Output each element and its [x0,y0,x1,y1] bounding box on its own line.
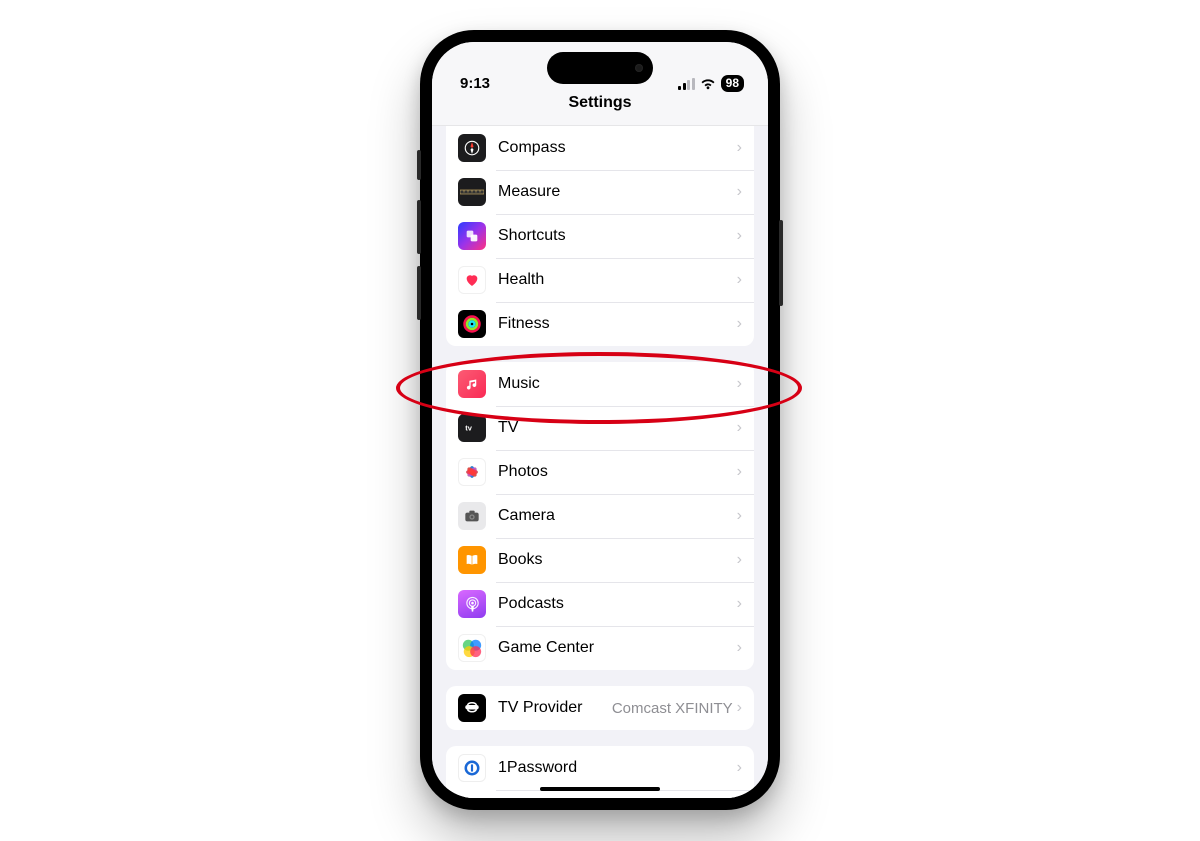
chevron-right-icon: › [737,227,742,245]
ring-switch [417,150,421,180]
row-books[interactable]: Books › [446,538,754,582]
row-measure[interactable]: Measure › [446,170,754,214]
camera-icon [458,502,486,530]
screen: 9:13 98 Settings Compass [432,42,768,798]
row-3dmark[interactable]: 3DMark Wild Life Extreme › [446,790,754,798]
1password-icon [458,754,486,782]
row-detail-value: Comcast XFINITY [612,700,733,717]
chevron-right-icon: › [737,699,742,717]
chevron-right-icon: › [737,315,742,333]
row-label: Music [498,375,737,393]
row-label: Measure [498,183,737,201]
row-label: Compass [498,139,737,157]
podcasts-icon [458,590,486,618]
music-icon [458,370,486,398]
chevron-right-icon: › [737,139,742,157]
row-podcasts[interactable]: Podcasts › [446,582,754,626]
chevron-right-icon: › [737,639,742,657]
settings-section-tv-provider: TV Provider Comcast XFINITY › [446,686,754,730]
row-health[interactable]: Health › [446,258,754,302]
chevron-right-icon: › [737,759,742,777]
row-label: Camera [498,507,737,525]
measure-icon [458,178,486,206]
shortcuts-icon [458,222,486,250]
row-label: Books [498,551,737,569]
row-shortcuts[interactable]: Shortcuts › [446,214,754,258]
chevron-right-icon: › [737,271,742,289]
game-center-icon [458,634,486,662]
side-button [779,220,783,306]
fitness-icon [458,310,486,338]
chevron-right-icon: › [737,551,742,569]
row-label: Shortcuts [498,227,737,245]
wifi-icon [700,78,716,90]
battery-indicator: 98 [721,75,744,92]
row-music[interactable]: Music › [446,362,754,406]
row-1password[interactable]: 1Password › [446,746,754,790]
compass-icon [458,134,486,162]
status-indicators: 98 [678,75,744,92]
chevron-right-icon: › [737,419,742,437]
home-indicator[interactable] [540,787,660,792]
svg-text:tv: tv [465,423,472,432]
cellular-signal-icon [678,78,695,90]
row-label: TV Provider [498,699,612,717]
row-camera[interactable]: Camera › [446,494,754,538]
chevron-right-icon: › [737,595,742,613]
settings-section-utilities: Compass › Measure › Shortcuts › [446,126,754,346]
row-label: Photos [498,463,737,481]
settings-section-media: Music › tv TV › Photos › [446,362,754,670]
row-label: Fitness [498,315,737,333]
volume-up-button [417,200,421,254]
row-fitness[interactable]: Fitness › [446,302,754,346]
row-compass[interactable]: Compass › [446,126,754,170]
chevron-right-icon: › [737,183,742,201]
photos-icon [458,458,486,486]
row-tv-provider[interactable]: TV Provider Comcast XFINITY › [446,686,754,730]
tv-icon: tv [458,414,486,442]
iphone-device-frame: 9:13 98 Settings Compass [420,30,780,810]
row-label: Health [498,271,737,289]
status-time: 9:13 [460,75,490,92]
row-label: Game Center [498,639,737,657]
dynamic-island [547,52,653,84]
chevron-right-icon: › [737,507,742,525]
page-title: Settings [568,94,631,112]
row-tv[interactable]: tv TV › [446,406,754,450]
row-label: TV [498,419,737,437]
chevron-right-icon: › [737,375,742,393]
health-icon [458,266,486,294]
row-game-center[interactable]: Game Center › [446,626,754,670]
books-icon [458,546,486,574]
row-photos[interactable]: Photos › [446,450,754,494]
volume-down-button [417,266,421,320]
chevron-right-icon: › [737,463,742,481]
row-label: Podcasts [498,595,737,613]
settings-list[interactable]: Compass › Measure › Shortcuts › [432,126,768,798]
row-label: 1Password [498,759,737,777]
navigation-bar: Settings [432,94,768,126]
tv-provider-icon [458,694,486,722]
